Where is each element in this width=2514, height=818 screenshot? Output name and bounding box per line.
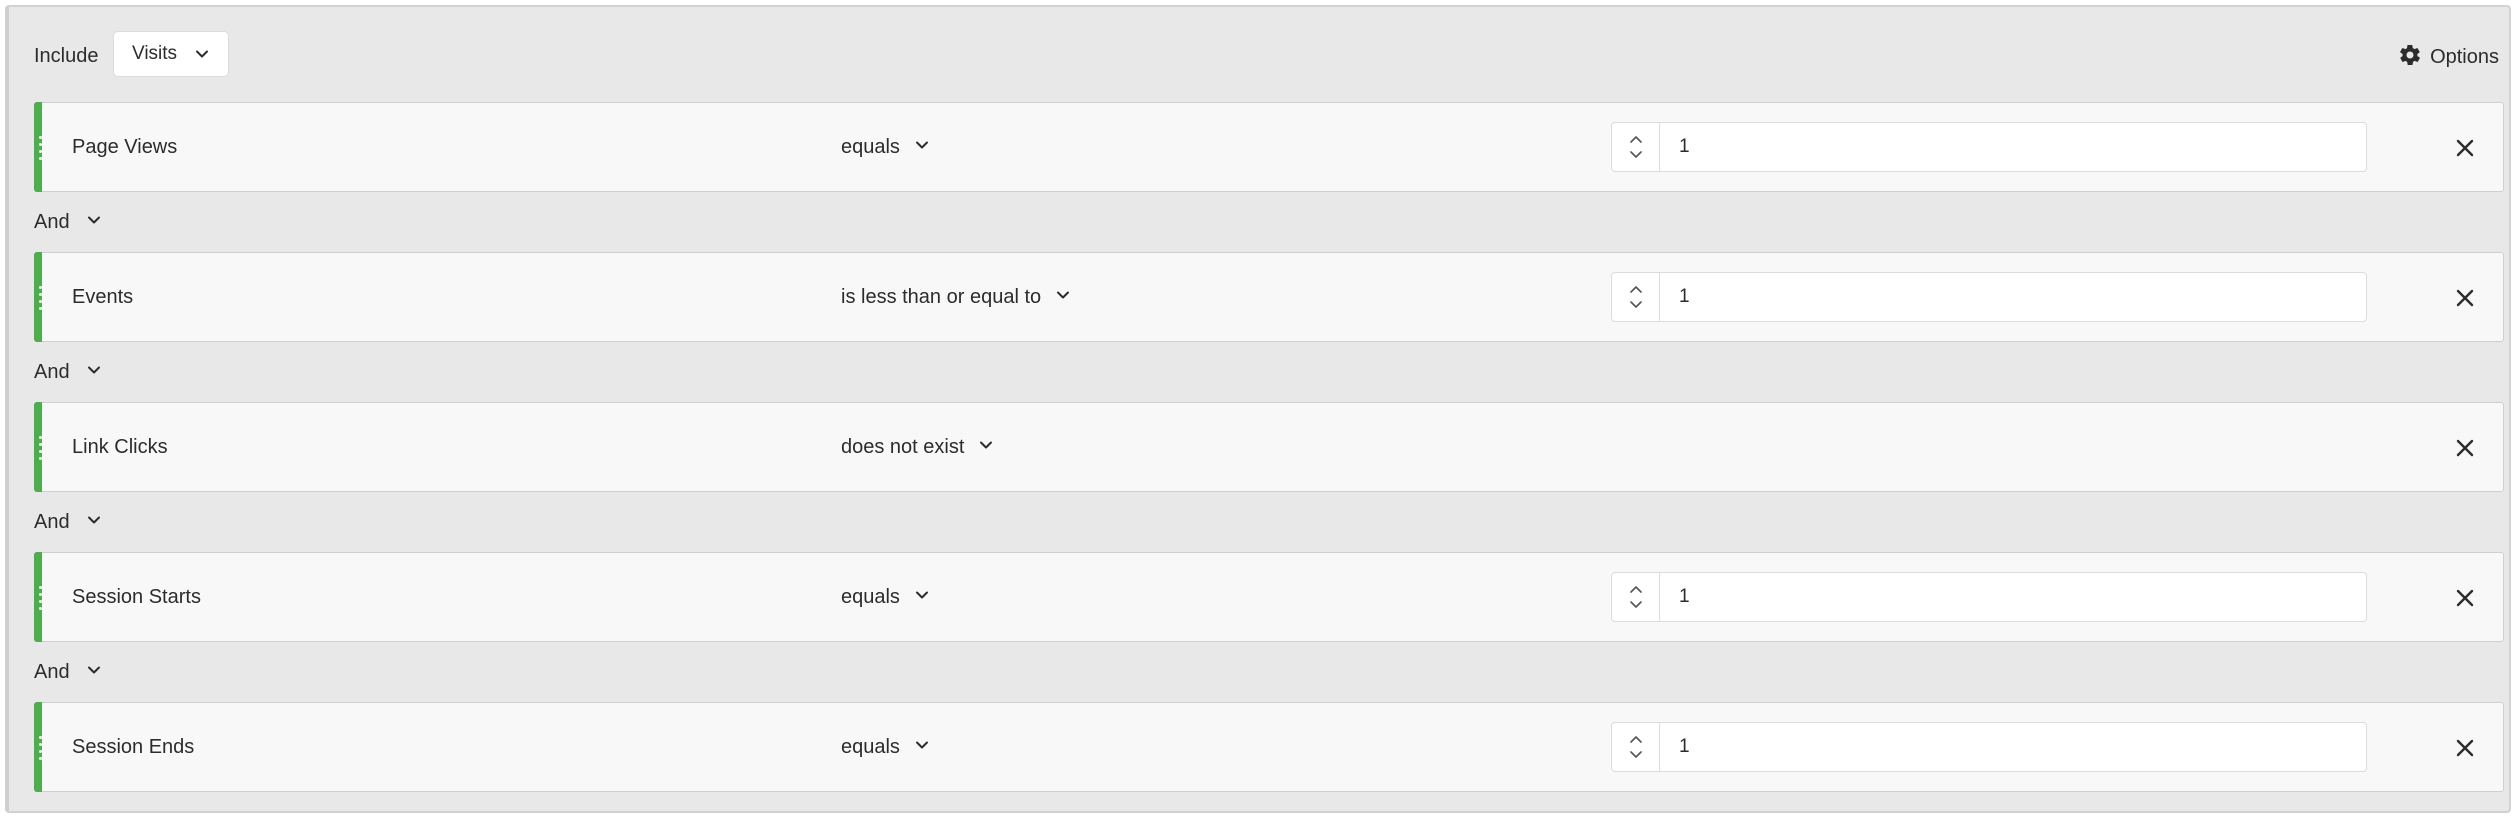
chevron-up-icon[interactable] xyxy=(1629,734,1643,744)
options-label: Options xyxy=(2430,46,2499,68)
rule-row-session-starts: Session Starts equals xyxy=(34,552,2504,642)
chevron-down-icon xyxy=(86,212,102,233)
conjunction-dropdown[interactable]: And xyxy=(34,507,102,537)
drag-handle-icon[interactable] xyxy=(37,136,43,160)
scope-dropdown[interactable]: Visits xyxy=(113,31,229,77)
chevron-down-icon xyxy=(914,587,930,608)
value-number-field xyxy=(1611,722,2367,772)
value-stepper xyxy=(1612,723,1660,771)
chevron-down-icon[interactable] xyxy=(1629,750,1643,760)
operator-dropdown[interactable]: is less than or equal to xyxy=(841,286,1071,309)
close-icon[interactable] xyxy=(2453,136,2477,160)
conjunction-label: And xyxy=(34,510,70,533)
rule-row-page-views: Page Views equals xyxy=(34,102,2504,192)
value-stepper xyxy=(1612,123,1660,171)
conjunction-dropdown[interactable]: And xyxy=(34,657,102,687)
operator-label: equals xyxy=(841,136,900,158)
rule-row-link-clicks: Link Clicks does not exist xyxy=(34,402,2504,492)
drag-handle-icon[interactable] xyxy=(37,586,43,610)
operator-dropdown[interactable]: equals xyxy=(841,136,930,159)
chevron-down-icon[interactable] xyxy=(1629,150,1643,160)
chevron-down-icon[interactable] xyxy=(1629,600,1643,610)
chevron-down-icon xyxy=(1055,287,1071,308)
chevron-down-icon xyxy=(194,46,210,67)
conjunction-label: And xyxy=(34,360,70,383)
value-input[interactable] xyxy=(1661,573,2361,621)
value-stepper xyxy=(1612,273,1660,321)
rule-row-session-ends: Session Ends equals xyxy=(34,702,2504,792)
rule-row-events: Events is less than or equal to xyxy=(34,252,2504,342)
rule-dimension-name: Session Ends xyxy=(72,736,195,758)
value-input[interactable] xyxy=(1661,723,2361,771)
operator-dropdown[interactable]: equals xyxy=(841,586,930,609)
operator-label: is less than or equal to xyxy=(841,286,1042,308)
drag-handle-icon[interactable] xyxy=(37,286,43,310)
segment-container: Include Visits Options Page Views equals xyxy=(5,5,2511,813)
chevron-down-icon xyxy=(914,137,930,158)
chevron-down-icon xyxy=(978,437,994,458)
conjunction-label: And xyxy=(34,660,70,683)
value-number-field xyxy=(1611,272,2367,322)
chevron-down-icon xyxy=(86,512,102,533)
close-icon[interactable] xyxy=(2453,436,2477,460)
operator-dropdown[interactable]: does not exist xyxy=(841,436,994,459)
chevron-down-icon xyxy=(914,737,930,758)
rule-dimension-name: Events xyxy=(72,286,134,308)
operator-dropdown[interactable]: equals xyxy=(841,736,930,759)
conjunction-label: And xyxy=(34,210,70,233)
value-stepper xyxy=(1612,573,1660,621)
chevron-up-icon[interactable] xyxy=(1629,134,1643,144)
close-icon[interactable] xyxy=(2453,736,2477,760)
drag-handle-icon[interactable] xyxy=(37,736,43,760)
chevron-up-icon[interactable] xyxy=(1629,284,1643,294)
close-icon[interactable] xyxy=(2453,586,2477,610)
value-number-field xyxy=(1611,572,2367,622)
conjunction-dropdown[interactable]: And xyxy=(34,357,102,387)
rule-dimension-name: Link Clicks xyxy=(72,436,168,458)
chevron-up-icon[interactable] xyxy=(1629,584,1643,594)
chevron-down-icon xyxy=(86,662,102,683)
operator-label: equals xyxy=(841,736,900,758)
options-button[interactable]: Options xyxy=(2398,43,2499,72)
drag-handle-icon[interactable] xyxy=(37,436,43,460)
segment-header: Include Visits Options xyxy=(9,7,2509,99)
value-number-field xyxy=(1611,122,2367,172)
conjunction-dropdown[interactable]: And xyxy=(34,207,102,237)
rule-dimension-name: Page Views xyxy=(72,136,178,158)
close-icon[interactable] xyxy=(2453,286,2477,310)
value-input[interactable] xyxy=(1661,273,2361,321)
chevron-down-icon xyxy=(86,362,102,383)
scope-dropdown-value: Visits xyxy=(132,43,178,64)
value-input[interactable] xyxy=(1661,123,2361,171)
include-label: Include xyxy=(34,45,99,67)
gear-icon xyxy=(2398,43,2422,72)
operator-label: does not exist xyxy=(841,436,965,458)
rule-dimension-name: Session Starts xyxy=(72,586,201,608)
operator-label: equals xyxy=(841,586,900,608)
chevron-down-icon[interactable] xyxy=(1629,300,1643,310)
